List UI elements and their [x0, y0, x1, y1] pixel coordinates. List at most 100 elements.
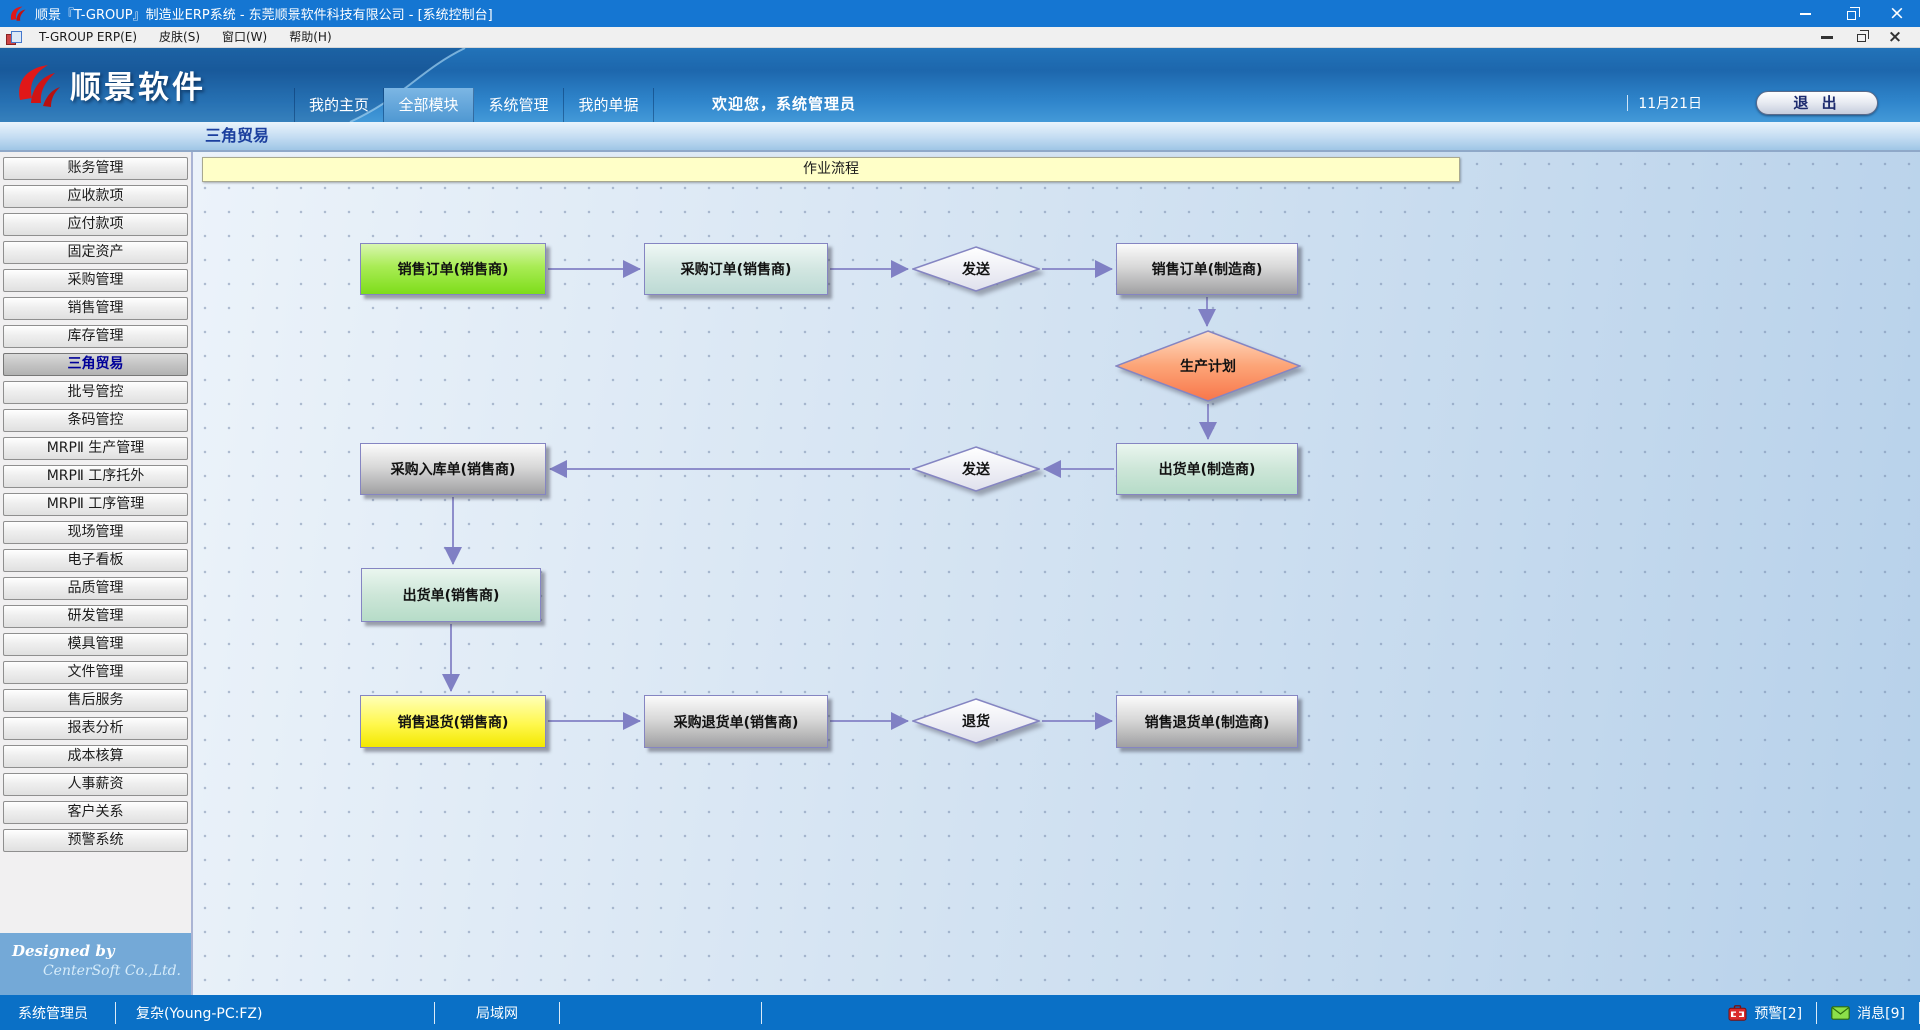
- welcome-text: 欢迎您，系统管理员: [712, 93, 856, 114]
- sidebar-item-25[interactable]: 预警系统: [3, 829, 188, 852]
- date-separator: [1627, 95, 1628, 111]
- flow-node-sales-order-seller[interactable]: 销售订单(销售商): [360, 243, 546, 295]
- mdi-minimize-button[interactable]: [1810, 27, 1844, 47]
- app-logo-icon: [9, 5, 27, 23]
- sidebar-item-10[interactable]: 条码管控: [3, 409, 188, 432]
- status-alert-button[interactable]: 预警[2]: [1714, 1002, 1817, 1024]
- date-text: 11月21日: [1638, 93, 1702, 113]
- sidebar-item-19[interactable]: 文件管理: [3, 661, 188, 684]
- sidebar-item-17[interactable]: 研发管理: [3, 605, 188, 628]
- menu-bar: T-GROUP ERP(E)皮肤(S)窗口(W)帮助(H) ×: [0, 27, 1920, 48]
- window-titlebar: 顺景『T-GROUP』制造业ERP系统 - 东莞顺景软件科技有限公司 - [系统…: [0, 0, 1920, 27]
- status-message-button[interactable]: 消息[9]: [1817, 1002, 1920, 1024]
- mdi-window-controls: ×: [1810, 27, 1920, 47]
- flow-node-label: 销售退货单(制造商): [1145, 712, 1270, 732]
- sidebar-item-14[interactable]: 现场管理: [3, 521, 188, 544]
- flow-node-send-1[interactable]: 发送: [912, 246, 1040, 292]
- header-tabs: 我的主页全部模块系统管理我的单据: [294, 88, 654, 122]
- module-sidebar: 账务管理应收款项应付款项固定资产采购管理销售管理库存管理三角贸易批号管控条码管控…: [0, 152, 193, 995]
- flow-node-purchase-return-seller[interactable]: 采购退货单(销售商): [644, 695, 828, 748]
- flow-node-send-2[interactable]: 发送: [912, 446, 1040, 492]
- credit-line-1: Designed by: [0, 933, 191, 960]
- status-empty-segment: [560, 1002, 762, 1024]
- menu-window[interactable]: 窗口(W): [211, 27, 278, 47]
- status-network: 局域网: [435, 1002, 560, 1024]
- close-icon: ×: [1888, 29, 1902, 45]
- sidebar-item-7[interactable]: 库存管理: [3, 325, 188, 348]
- flow-node-label: 发送: [912, 246, 1040, 292]
- window-restore-button[interactable]: [1828, 0, 1874, 27]
- erp-application-window: 顺景『T-GROUP』制造业ERP系统 - 东莞顺景软件科技有限公司 - [系统…: [0, 0, 1920, 1030]
- sidebar-item-16[interactable]: 品质管理: [3, 577, 188, 600]
- designer-credit: Designed by CenterSoft Co.,Ltd.: [0, 933, 191, 995]
- flow-node-label: 采购退货单(销售商): [674, 712, 799, 732]
- flow-node-label: 销售订单(制造商): [1152, 259, 1263, 279]
- breadcrumb: 三角贸易: [205, 126, 269, 145]
- restore-icon: [1847, 11, 1856, 20]
- sidebar-item-6[interactable]: 销售管理: [3, 297, 188, 320]
- flow-node-return-1[interactable]: 退货: [912, 698, 1040, 744]
- flow-node-sales-return-seller[interactable]: 销售退货(销售商): [360, 695, 546, 748]
- flow-node-production-plan[interactable]: 生产计划: [1115, 330, 1301, 402]
- window-minimize-button[interactable]: [1782, 0, 1828, 27]
- flow-node-sales-order-manufacturer[interactable]: 销售订单(制造商): [1116, 243, 1298, 295]
- sidebar-item-20[interactable]: 售后服务: [3, 689, 188, 712]
- brand-name: 顺景软件: [70, 62, 206, 107]
- date-display: 11月21日: [1627, 93, 1702, 113]
- sidebar-item-8[interactable]: 三角贸易: [3, 353, 188, 376]
- sidebar-item-4[interactable]: 固定资产: [3, 241, 188, 264]
- flow-node-label: 退货: [912, 698, 1040, 744]
- workflow-panel: 作业流程 销售订单(销售商)采购订单(销售商) 发送销售订单(制造商) 生产计划…: [193, 152, 1920, 995]
- tab-my-home[interactable]: 我的主页: [294, 88, 384, 122]
- window-close-button[interactable]: ×: [1874, 0, 1920, 27]
- menu-skin[interactable]: 皮肤(S): [148, 27, 211, 47]
- flow-node-label: 销售退货(销售商): [398, 712, 509, 732]
- close-icon: ×: [1889, 4, 1905, 23]
- minimize-icon: [1821, 36, 1833, 39]
- sidebar-item-3[interactable]: 应付款项: [3, 213, 188, 236]
- sidebar-item-22[interactable]: 成本核算: [3, 745, 188, 768]
- sidebar-item-9[interactable]: 批号管控: [3, 381, 188, 404]
- flow-node-shipment-manufacturer[interactable]: 出货单(制造商): [1116, 443, 1298, 495]
- sidebar-item-13[interactable]: MRPⅡ 工序管理: [3, 493, 188, 516]
- menu-help[interactable]: 帮助(H): [278, 27, 342, 47]
- tab-my-documents[interactable]: 我的单据: [564, 88, 654, 122]
- content-area: 账务管理应收款项应付款项固定资产采购管理销售管理库存管理三角贸易批号管控条码管控…: [0, 152, 1920, 995]
- flow-node-label: 采购入库单(销售商): [391, 459, 516, 479]
- status-machine: 复杂(Young-PC:FZ): [116, 1002, 435, 1024]
- sidebar-item-24[interactable]: 客户关系: [3, 801, 188, 824]
- mdi-close-button[interactable]: ×: [1878, 27, 1912, 47]
- exit-button[interactable]: 退 出: [1756, 91, 1878, 115]
- status-bar: 系统管理员 复杂(Young-PC:FZ) 局域网 预警[2]: [0, 995, 1920, 1030]
- sidebar-item-18[interactable]: 模具管理: [3, 633, 188, 656]
- app-header: 顺景软件 我的主页全部模块系统管理我的单据 欢迎您，系统管理员 11月21日 退…: [0, 48, 1920, 122]
- flow-node-label: 生产计划: [1115, 330, 1301, 402]
- flow-node-sales-return-manufacturer[interactable]: 销售退货单(制造商): [1116, 695, 1298, 748]
- envelope-icon: [1831, 1006, 1850, 1020]
- sidebar-item-23[interactable]: 人事薪资: [3, 773, 188, 796]
- window-title: 顺景『T-GROUP』制造业ERP系统 - 东莞顺景软件科技有限公司 - [系统…: [35, 4, 493, 23]
- sidebar-item-12[interactable]: MRPⅡ 工序托外: [3, 465, 188, 488]
- flow-node-label: 出货单(制造商): [1159, 459, 1256, 479]
- first-aid-kit-icon: [1728, 1005, 1747, 1021]
- flow-node-purchase-order-seller[interactable]: 采购订单(销售商): [644, 243, 828, 295]
- brand-logo: 顺景软件: [14, 60, 206, 108]
- sidebar-item-2[interactable]: 应收款项: [3, 185, 188, 208]
- tab-system-management[interactable]: 系统管理: [474, 88, 564, 122]
- breadcrumb-bar: 三角贸易: [0, 122, 1920, 152]
- sidebar-item-1[interactable]: 账务管理: [3, 157, 188, 180]
- sidebar-item-11[interactable]: MRPⅡ 生产管理: [3, 437, 188, 460]
- sidebar-item-5[interactable]: 采购管理: [3, 269, 188, 292]
- mdi-restore-button[interactable]: [1844, 27, 1878, 47]
- restore-icon: [1857, 34, 1866, 42]
- flow-node-shipment-seller[interactable]: 出货单(销售商): [361, 568, 541, 622]
- status-message-label: 消息[9]: [1857, 1003, 1905, 1023]
- sidebar-item-15[interactable]: 电子看板: [3, 549, 188, 572]
- status-alert-label: 预警[2]: [1754, 1003, 1802, 1023]
- status-filler: [762, 1002, 1714, 1024]
- flow-node-label: 采购订单(销售商): [681, 259, 792, 279]
- sidebar-item-21[interactable]: 报表分析: [3, 717, 188, 740]
- tab-all-modules[interactable]: 全部模块: [384, 88, 474, 122]
- menu-tgroup-erp[interactable]: T-GROUP ERP(E): [28, 27, 148, 47]
- flow-node-purchase-receipt-seller[interactable]: 采购入库单(销售商): [360, 443, 546, 495]
